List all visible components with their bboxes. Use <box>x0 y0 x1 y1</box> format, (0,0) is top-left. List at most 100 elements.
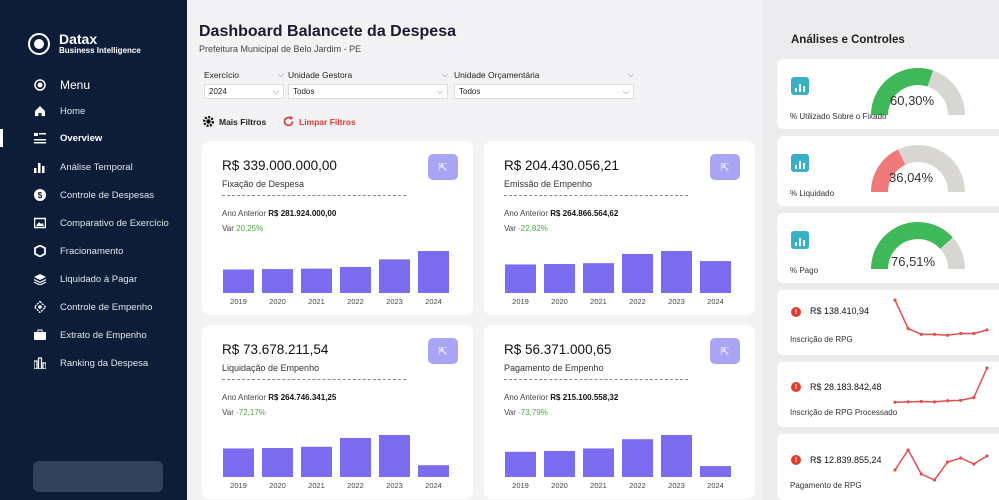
sparkline-point[interactable] <box>972 395 976 400</box>
bar-2019[interactable] <box>223 448 254 477</box>
sparkline-point[interactable] <box>932 400 937 404</box>
sidebar-item-comparativo-exercicio[interactable]: Comparativo de Exercício <box>0 212 187 234</box>
limpar-filtros-button[interactable]: Limpar Filtros <box>283 116 356 127</box>
x-tick-label: 2023 <box>668 297 685 306</box>
drill-arrow-button[interactable]: ⇱ <box>710 154 740 180</box>
bar-2023[interactable] <box>661 251 692 293</box>
sidebar-item-home[interactable]: Home <box>0 100 187 122</box>
bar-2019[interactable] <box>505 264 536 293</box>
sparkline-point[interactable] <box>985 366 989 370</box>
x-tick-label: 2024 <box>707 481 724 490</box>
sidebar-item-label: Extrato de Empenho <box>60 329 147 341</box>
sidebar-item-extrato-empenho[interactable]: Extrato de Empenho <box>0 324 187 346</box>
sidebar-item-ranking-despesa[interactable]: Ranking da Despesa <box>0 352 187 374</box>
sparkline-point[interactable] <box>906 448 910 452</box>
card-label: Emissão de Empenho <box>504 179 688 196</box>
kpi-value: R$ 138.410,94 <box>810 306 870 316</box>
drill-arrow-button[interactable]: ⇱ <box>428 154 458 180</box>
hexagon-icon <box>33 244 47 258</box>
x-tick-label: 2024 <box>425 481 442 490</box>
sparkline-point[interactable] <box>959 398 963 402</box>
x-tick-label: 2022 <box>347 481 364 490</box>
bar-2023[interactable] <box>379 259 410 293</box>
sparkline-point[interactable] <box>945 460 950 464</box>
mais-filtros-button[interactable]: Mais Filtros <box>203 116 266 127</box>
bar-2023[interactable] <box>661 435 692 477</box>
unidade-gestora-select-value: Todos <box>293 87 315 96</box>
drill-arrow-button[interactable]: ⇱ <box>710 338 740 364</box>
sidebar-item-analise-temporal[interactable]: Análise Temporal <box>0 156 187 178</box>
bar-2022[interactable] <box>340 266 371 293</box>
bar-2021[interactable] <box>301 268 332 293</box>
sparkline-point[interactable] <box>972 462 976 466</box>
analysis-panel: Análises e Controles 60,30% % Utilizado … <box>763 0 999 500</box>
gauge-chart <box>871 145 965 192</box>
bar-2023[interactable] <box>379 435 410 477</box>
sparkline-point[interactable] <box>985 454 989 458</box>
page-subtitle: Prefeitura Municipal de Belo Jardim - PE <box>199 44 362 54</box>
kpi-label: Inscrição de RPG Processado <box>790 408 898 417</box>
card-variation: Var -73,79% <box>504 408 548 417</box>
sparkline-point[interactable] <box>945 333 950 337</box>
unidade-gestora-select[interactable]: Todos ⌵ <box>288 84 448 99</box>
sidebar-item-fracionamento[interactable]: Fracionamento <box>0 240 187 262</box>
sidebar-menu-toggle[interactable]: Menu <box>0 74 187 96</box>
bar-2024[interactable] <box>418 251 449 293</box>
unidade-orcamentaria-select[interactable]: Todos ⌵ <box>454 84 634 99</box>
bar-2020[interactable] <box>262 269 293 293</box>
x-tick-label: 2020 <box>551 481 568 490</box>
sidebar-item-liquidado-pagar[interactable]: Liquidado à Pagar <box>0 268 187 290</box>
sparkline-point[interactable] <box>932 332 937 336</box>
sparkline-point[interactable] <box>893 298 897 302</box>
diamond-target-icon <box>33 300 47 314</box>
kpi-value: R$ 28.183.842,48 <box>810 382 882 392</box>
sparkline-point[interactable] <box>985 328 989 332</box>
sparkline-point[interactable] <box>919 472 923 476</box>
bar-2024[interactable] <box>418 465 449 477</box>
panel-title: Análises e Controles <box>791 34 905 46</box>
bar-2022[interactable] <box>622 439 653 477</box>
exercicio-select[interactable]: 2024 ⌵ <box>204 84 284 99</box>
sparkline-point[interactable] <box>959 331 963 336</box>
bar-2019[interactable] <box>223 269 254 293</box>
x-tick-label: 2019 <box>230 481 247 490</box>
kpi-value: R$ 12.839.855,24 <box>810 455 882 465</box>
card-previous-year: Ano Anterior R$ 281.924.000,00 <box>222 209 337 218</box>
x-tick-label: 2021 <box>590 297 607 306</box>
bar-2022[interactable] <box>340 437 371 477</box>
sparkline-point[interactable] <box>932 478 937 482</box>
bar-2020[interactable] <box>262 448 293 477</box>
bar-2021[interactable] <box>583 448 614 477</box>
drill-arrow-button[interactable]: ⇱ <box>428 338 458 364</box>
page-title: Dashboard Balancete da Despesa <box>199 23 456 40</box>
bar-2024[interactable] <box>700 466 731 477</box>
arrow-up-left-icon: ⇱ <box>720 345 730 358</box>
sparkline-point[interactable] <box>893 468 897 472</box>
arrow-up-left-icon: ⇱ <box>438 345 448 358</box>
sidebar-footer-box[interactable] <box>33 461 163 492</box>
sparkline-point[interactable] <box>919 332 923 336</box>
sidebar-item-label: Fracionamento <box>60 245 124 257</box>
sparkline-point[interactable] <box>893 400 897 404</box>
sparkline-point[interactable] <box>959 456 963 460</box>
sparkline-point[interactable] <box>945 399 950 403</box>
sidebar-item-controle-despesas[interactable]: $ Controle de Despesas <box>0 184 187 206</box>
bar-2021[interactable] <box>583 263 614 293</box>
sparkline-point[interactable] <box>919 399 923 404</box>
sparkline-point[interactable] <box>906 327 910 331</box>
bar-2022[interactable] <box>622 253 653 293</box>
sparkline-point[interactable] <box>972 331 976 336</box>
bar-2021[interactable] <box>301 446 332 477</box>
bar-2020[interactable] <box>544 450 575 477</box>
bar-2024[interactable] <box>700 261 731 293</box>
sidebar-item-label: Overview <box>60 132 103 144</box>
sparkline-point[interactable] <box>906 400 910 404</box>
filter-unidade-orcamentaria: Unidade Orçamentária ⌵ Todos ⌵ <box>454 68 634 99</box>
sidebar-item-controle-empenho[interactable]: Controle de Empenho <box>0 296 187 318</box>
sidebar-item-overview[interactable]: Overview <box>0 127 187 149</box>
datax-logo-icon <box>28 33 50 55</box>
bar-2020[interactable] <box>544 264 575 293</box>
bar-chart: 2019 2020 2021 2022 2023 2024 <box>223 251 449 306</box>
bar-2019[interactable] <box>505 451 536 477</box>
sidebar-item-label: Controle de Empenho <box>60 301 153 313</box>
